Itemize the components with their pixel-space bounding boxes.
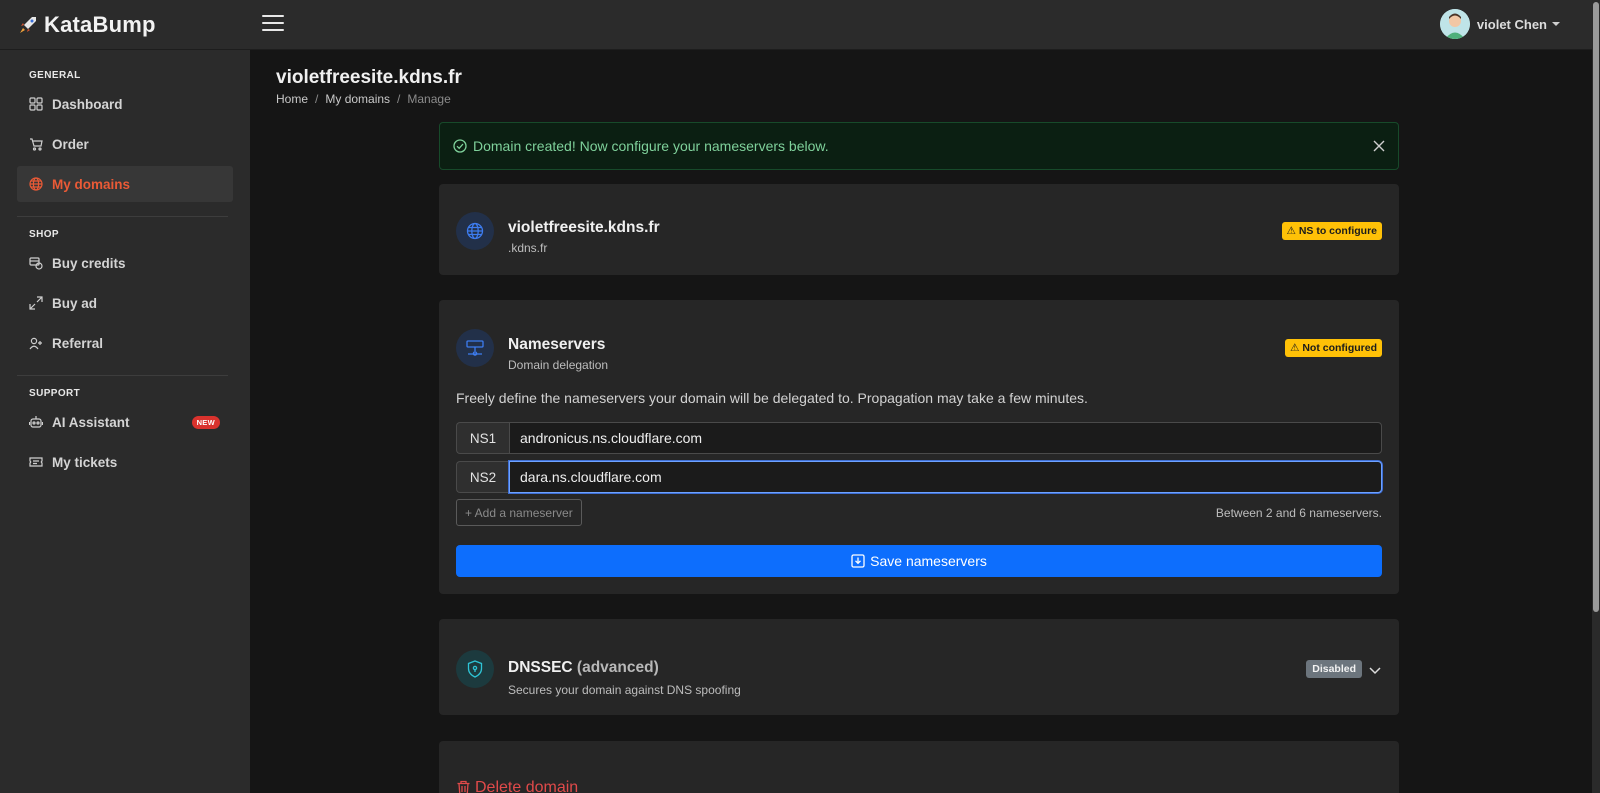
download-save-icon [851,554,865,568]
breadcrumb-separator: / [397,92,401,106]
domain-tld: .kdns.fr [508,241,548,255]
nameservers-card: Nameservers Domain delegation ⚠ Not conf… [439,300,1399,594]
dnssec-subtitle: Secures your domain against DNS spoofing [508,683,741,697]
nameservers-icon-circle [456,329,494,367]
menu-toggle-button[interactable] [262,15,284,33]
sidebar-item-label: My domains [52,176,131,192]
nameservers-description: Freely define the nameservers your domai… [456,390,1088,406]
nameservers-title: Nameservers [508,336,606,353]
alert-text: Domain created! Now configure your names… [473,138,829,154]
delete-domain-button[interactable]: Delete domain [456,779,578,793]
dnssec-card[interactable]: DNSSEC (advanced) Secures your domain ag… [439,619,1399,715]
dnssec-status-badge: Disabled [1306,660,1362,678]
globe-icon [466,222,484,240]
ns-status-badge: ⚠ NS to configure [1281,222,1382,240]
dnssec-icon-circle [456,650,494,688]
brand[interactable]: KataBump [18,12,156,38]
chevron-down-icon [1552,22,1560,26]
ns2-label: NS2 [456,461,509,493]
not-configured-badge: ⚠ Not configured [1285,339,1382,357]
brand-name: KataBump [44,12,156,37]
sidebar-item-buy-credits[interactable]: Buy credits [17,245,233,281]
breadcrumb-separator: / [315,92,319,106]
expand-icon [29,296,43,310]
save-nameservers-label: Save nameservers [870,553,987,569]
page-scrollbar[interactable] [1592,0,1600,793]
credits-icon [29,257,43,270]
sidebar-item-label: Buy ad [52,295,98,311]
hamburger-line [262,22,284,24]
ticket-icon [29,457,43,467]
breadcrumb: Home / My domains / Manage [276,92,451,106]
sidebar-section-title: SUPPORT [29,388,81,399]
scrollbar-thumb[interactable] [1593,2,1599,612]
breadcrumb-home-link[interactable]: Home [276,92,308,106]
dnssec-title-suffix: (advanced) [576,659,659,676]
sidebar-item-label: AI Assistant [52,414,130,430]
sidebar-item-label: Dashboard [52,96,123,112]
avatar-image-icon [1439,9,1470,39]
cart-icon [30,138,43,151]
ns1-label: NS1 [456,422,509,454]
shield-icon [467,660,483,678]
sidebar-section-title: SHOP [29,229,59,240]
server-network-icon [466,340,484,356]
top-bar: KataBump violet Chen [0,0,1592,50]
delete-domain-card: Delete domain [439,741,1399,793]
sidebar-item-ai-assistant[interactable]: AI Assistant NEW [17,404,233,440]
sidebar: GENERAL Dashboard Order My domains SHOP … [0,50,250,793]
ns2-row: NS2 [456,461,1382,493]
ns2-input[interactable] [509,461,1382,493]
avatar [1439,9,1470,39]
save-nameservers-button[interactable]: Save nameservers [456,545,1382,577]
nameserver-count-hint: Between 2 and 6 nameservers. [1215,506,1382,520]
sidebar-item-order[interactable]: Order [17,126,233,162]
dnssec-title-text: DNSSEC [508,659,573,676]
domain-info-card: violetfreesite.kdns.fr .kdns.fr ⚠ NS to … [439,184,1399,275]
grid-icon [29,97,43,111]
page-title: violetfreesite.kdns.fr [276,67,462,88]
chevron-down-icon[interactable] [1368,663,1382,677]
user-name: violet Chen [1476,16,1547,32]
ns1-input[interactable] [509,422,1382,454]
sidebar-item-my-domains[interactable]: My domains [17,166,233,202]
trash-icon [457,780,470,793]
domain-icon-circle [456,212,494,250]
globe-icon [29,177,43,191]
new-badge: NEW [191,416,220,429]
sidebar-item-label: My tickets [52,454,118,470]
sidebar-item-buy-ad[interactable]: Buy ad [17,285,233,321]
robot-icon [29,416,43,428]
hamburger-line [262,29,284,31]
add-nameserver-button[interactable]: + Add a nameserver [456,499,582,526]
success-alert: Domain created! Now configure your names… [439,122,1399,170]
sidebar-item-referral[interactable]: Referral [17,325,233,361]
close-icon[interactable] [1371,138,1387,154]
rocket-logo-icon [20,17,36,33]
ns1-row: NS1 [456,422,1382,454]
user-plus-icon [29,337,42,350]
hamburger-line [262,15,284,17]
domain-name: violetfreesite.kdns.fr [508,219,660,236]
user-menu[interactable]: violet Chen [1439,9,1560,39]
check-circle-icon [453,139,467,153]
sidebar-item-label: Order [52,136,89,152]
sidebar-item-label: Buy credits [52,255,126,271]
dnssec-title: DNSSEC (advanced) [508,659,659,677]
nameservers-subtitle: Domain delegation [508,358,609,372]
breadcrumb-current: Manage [407,92,451,106]
sidebar-item-label: Referral [52,335,104,351]
delete-domain-label: Delete domain [475,779,579,793]
sidebar-item-my-tickets[interactable]: My tickets [17,444,233,480]
sidebar-item-dashboard[interactable]: Dashboard [17,86,233,122]
sidebar-section-title: GENERAL [29,70,81,81]
breadcrumb-my-domains-link[interactable]: My domains [325,92,390,106]
